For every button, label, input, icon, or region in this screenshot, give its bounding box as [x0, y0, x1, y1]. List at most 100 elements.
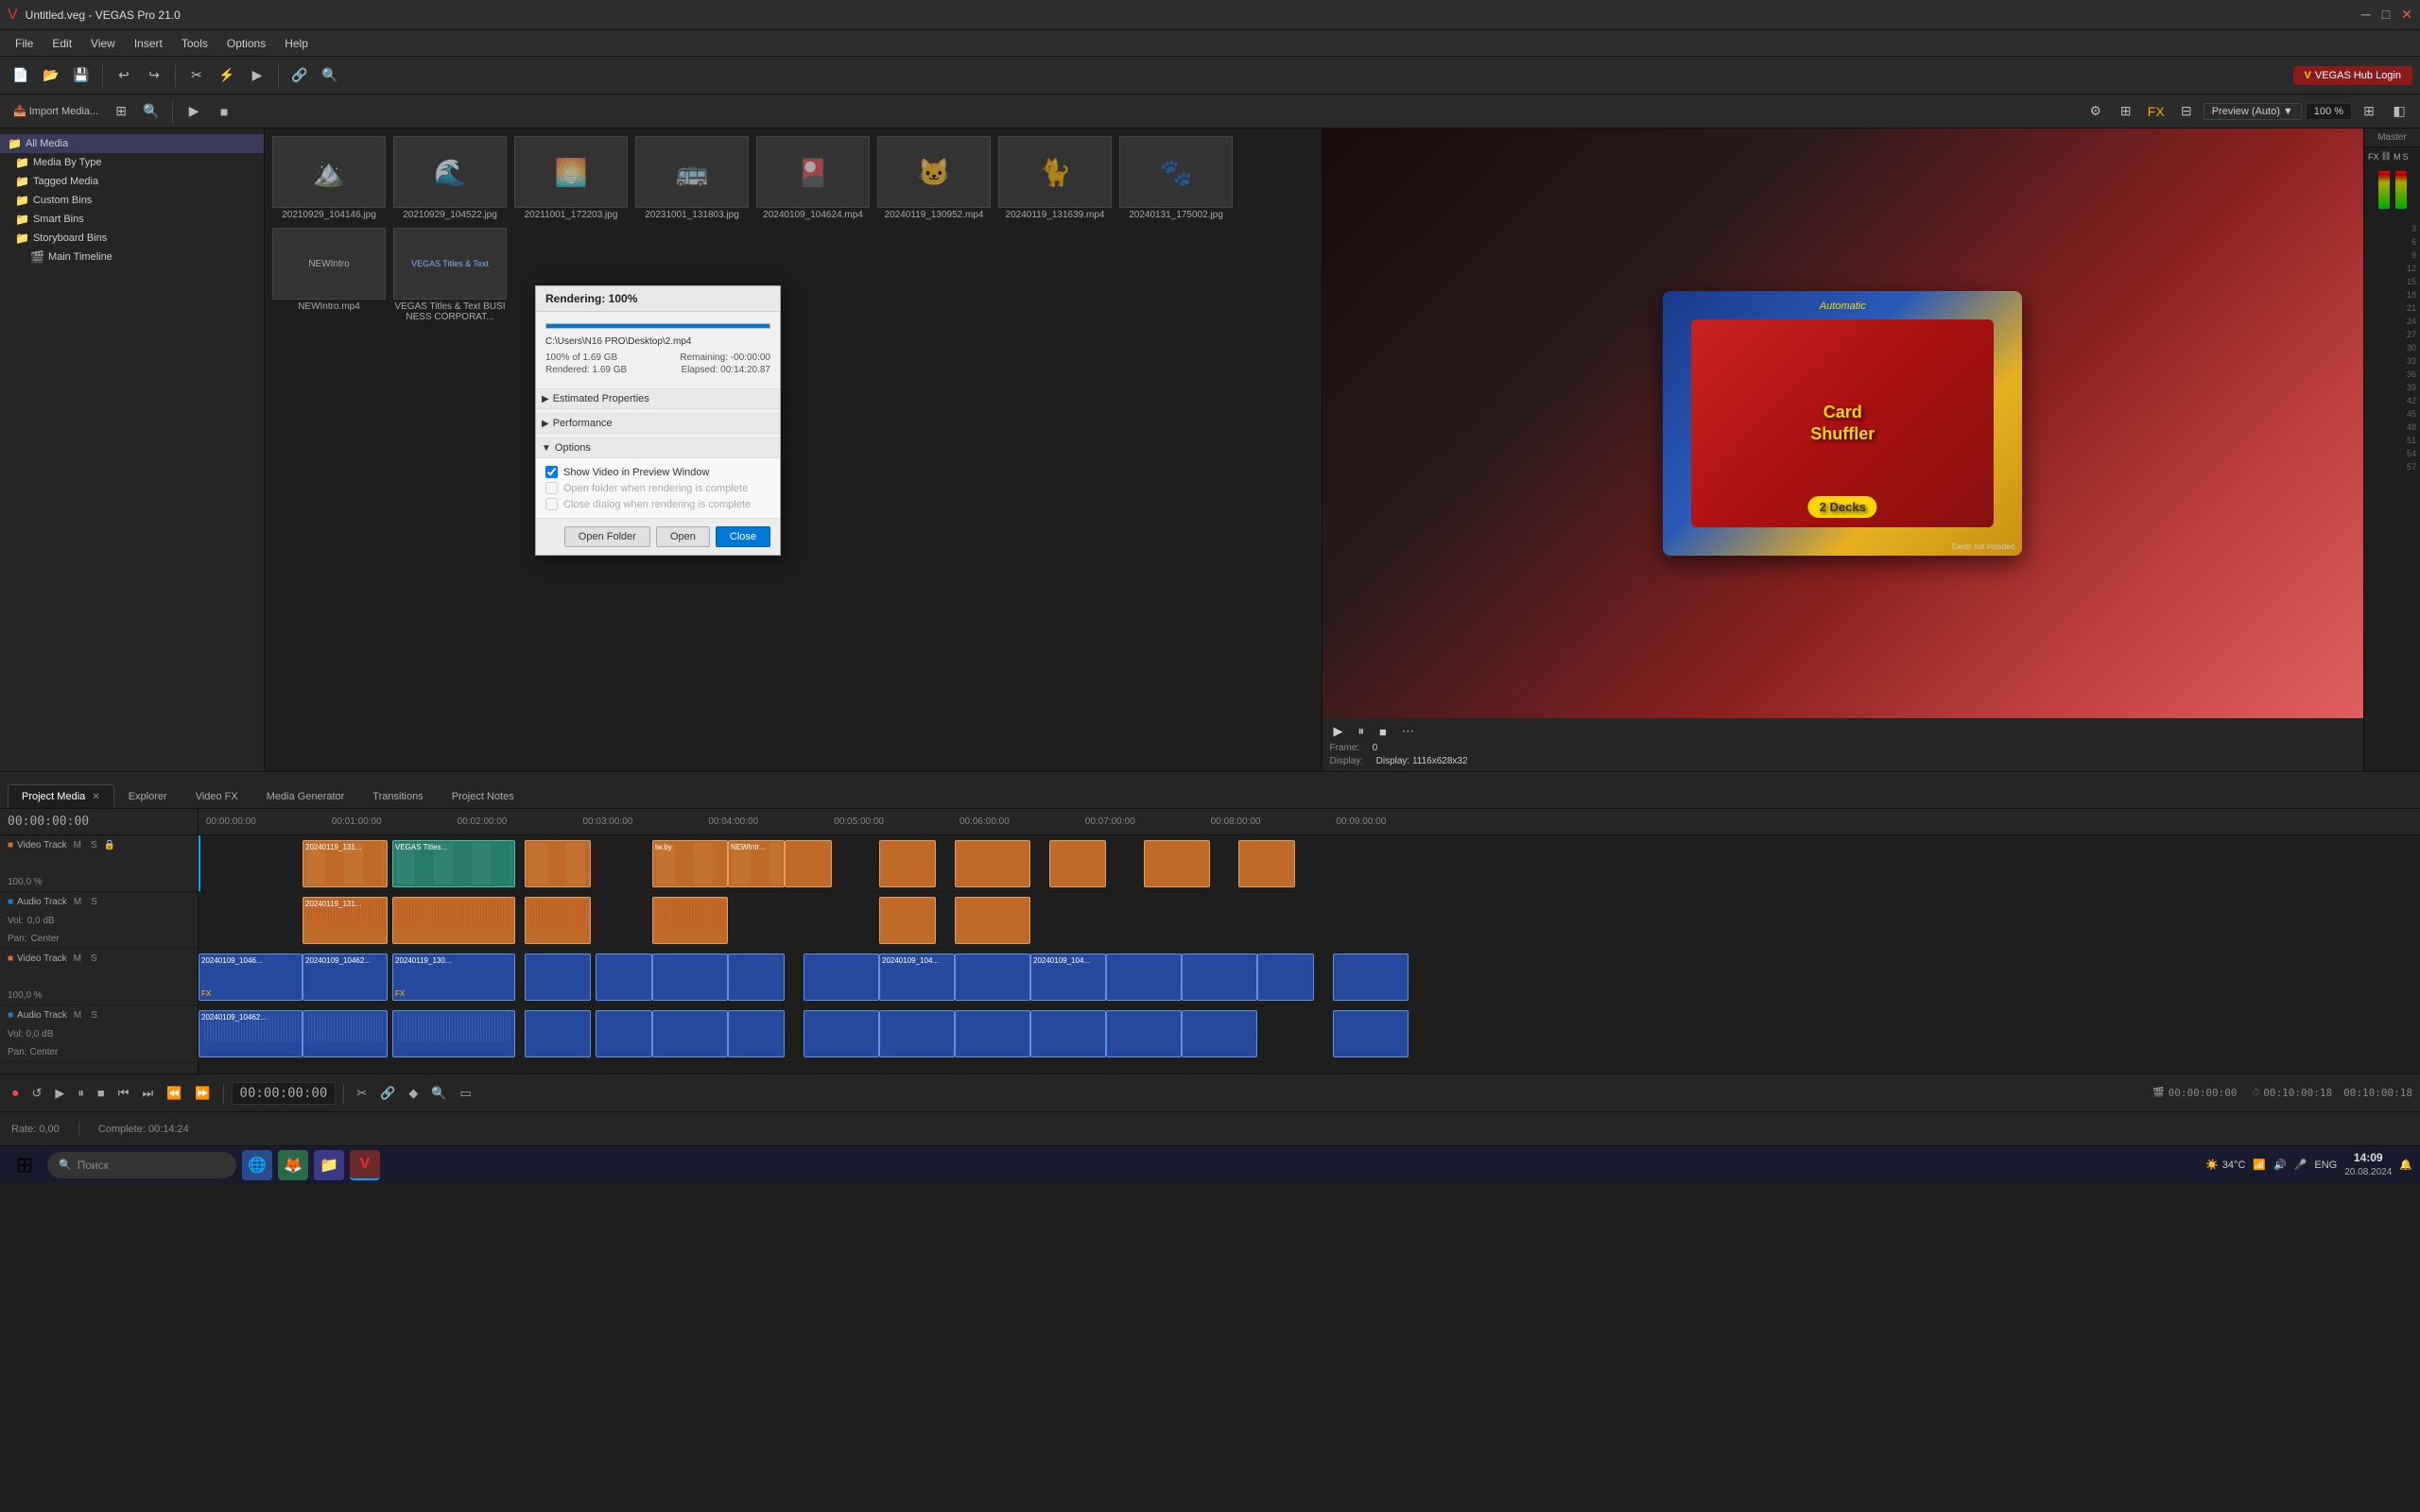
tc-trim-btn[interactable]: ✂	[352, 1083, 372, 1104]
tc-rewind-btn[interactable]: ⏪	[162, 1083, 186, 1104]
tab-explorer[interactable]: Explorer	[114, 784, 182, 808]
media-item-10[interactable]: VEGAS Titles & Text VEGAS Titles & Text …	[393, 228, 507, 322]
clip-vid1-1[interactable]: 20240119_131...	[302, 840, 388, 887]
filter-btn[interactable]: 🔍	[138, 98, 164, 125]
tc-zoom-in-btn[interactable]: 🔍	[426, 1083, 451, 1104]
undo-btn[interactable]: ↩	[111, 62, 137, 89]
clip-vid2-14[interactable]	[1257, 954, 1314, 1001]
tab-project-media[interactable]: Project Media ✕	[8, 784, 114, 808]
media-item-1[interactable]: 🏔️ 20210929_104146.jpg	[272, 136, 386, 220]
save-btn[interactable]: 💾	[68, 62, 95, 89]
menu-options[interactable]: Options	[219, 35, 273, 52]
maximize-btn[interactable]: □	[2382, 7, 2390, 23]
menu-help[interactable]: Help	[277, 35, 316, 52]
tc-play-btn[interactable]: ▶	[50, 1083, 69, 1104]
clip-vid2-8[interactable]	[804, 954, 879, 1001]
clip-vid2-5[interactable]	[596, 954, 652, 1001]
preview-stop-btn[interactable]: ■	[1375, 723, 1391, 741]
close-btn[interactable]: ✕	[2401, 7, 2412, 23]
start-button[interactable]: ⊞	[8, 1148, 42, 1182]
audio2-s-btn[interactable]: S	[88, 1009, 100, 1022]
audio-s-btn[interactable]: S	[88, 896, 100, 908]
preview-loop-btn[interactable]: ⋯	[1398, 722, 1418, 741]
zoom-btn[interactable]: 🔍	[317, 62, 343, 89]
clip-vid1-2[interactable]: VEGAS Titles...	[392, 840, 515, 887]
stop-preview-btn[interactable]: ■	[211, 98, 237, 125]
clip-aud2-7[interactable]	[728, 1010, 785, 1057]
clip-vid1-9[interactable]	[1049, 840, 1106, 887]
clip-aud1-5[interactable]	[879, 897, 936, 944]
video-track-1-row[interactable]: 20240119_131... VEGAS Titles... lw.by NE…	[199, 835, 2420, 892]
video-track-2-row[interactable]: 20240109_1046... FX 20240109_10462... 20…	[199, 949, 2420, 1005]
clip-vid2-2[interactable]: 20240109_10462...	[302, 954, 388, 1001]
menu-file[interactable]: File	[8, 35, 41, 52]
preview-settings-btn[interactable]: ⚙	[2083, 98, 2109, 125]
clip-aud2-3[interactable]	[392, 1010, 515, 1057]
track2-s-btn[interactable]: S	[88, 953, 100, 965]
media-item-5[interactable]: 🎴 20240109_104624.mp4	[756, 136, 870, 220]
clip-vid2-7[interactable]	[728, 954, 785, 1001]
tab-transitions[interactable]: Transitions	[358, 784, 437, 808]
close-btn[interactable]: Close	[716, 526, 770, 547]
clip-vid2-3[interactable]: 20240119_130... FX	[392, 954, 515, 1001]
tc-stop-btn[interactable]: ■	[93, 1083, 110, 1103]
tree-storyboard-bins[interactable]: 📁 Storyboard Bins	[0, 229, 264, 248]
import-media-btn[interactable]: 📥 Import Media...	[8, 98, 104, 125]
taskbar-app-1[interactable]: 🌐	[242, 1150, 272, 1180]
tree-smart-bins[interactable]: 📁 Smart Bins	[0, 210, 264, 229]
clip-aud2-9[interactable]	[879, 1010, 955, 1057]
section-options[interactable]: ▼ Options	[536, 438, 780, 458]
tab-video-fx[interactable]: Video FX	[182, 784, 252, 808]
close-dialog-checkbox[interactable]	[545, 498, 558, 510]
menu-insert[interactable]: Insert	[127, 35, 170, 52]
tc-loop-btn[interactable]: ↺	[27, 1083, 47, 1104]
clip-aud2-2[interactable]	[302, 1010, 388, 1057]
clip-vid2-15[interactable]	[1333, 954, 1409, 1001]
tc-prev-btn[interactable]: ⏮	[113, 1083, 134, 1104]
zoom-level[interactable]: 100 %	[2306, 103, 2352, 120]
media-item-7[interactable]: 🐈 20240119_131639.mp4	[998, 136, 1112, 220]
clip-vid1-4[interactable]: lw.by	[652, 840, 728, 887]
media-item-8[interactable]: 🐾 20240131_175002.jpg	[1119, 136, 1233, 220]
vegas-hub-btn[interactable]: V VEGAS Hub Login	[2293, 66, 2412, 85]
search-bar[interactable]: 🔍 Поиск	[47, 1152, 236, 1178]
tree-custom-bins[interactable]: 📁 Custom Bins	[0, 191, 264, 210]
new-btn[interactable]: 📄	[8, 62, 34, 89]
clip-vid2-1[interactable]: 20240109_1046... FX	[199, 954, 302, 1001]
lang-indicator[interactable]: ENG	[2314, 1160, 2337, 1171]
taskbar-app-vegas[interactable]: V	[350, 1150, 380, 1180]
track2-m-btn[interactable]: M	[71, 953, 84, 965]
tree-tagged-media[interactable]: 📁 Tagged Media	[0, 172, 264, 191]
play-preview-btn[interactable]: ▶	[181, 98, 207, 125]
snap-btn[interactable]: 🔗	[286, 62, 313, 89]
media-item-3[interactable]: 🌅 20211001_172203.jpg	[514, 136, 628, 220]
menu-tools[interactable]: Tools	[174, 35, 216, 52]
clip-aud1-3[interactable]	[525, 897, 591, 944]
audio2-m-btn[interactable]: M	[71, 1009, 84, 1022]
clip-vid1-5[interactable]: NEWIntr...	[728, 840, 785, 887]
clip-aud2-4[interactable]	[525, 1010, 591, 1057]
tc-select-btn[interactable]: ▭	[456, 1083, 476, 1104]
tree-main-timeline[interactable]: 🎬 Main Timeline	[0, 248, 264, 266]
taskbar-app-3[interactable]: 📁	[314, 1150, 344, 1180]
preview-mode-select[interactable]: Preview (Auto) ▼	[2204, 103, 2302, 120]
clip-aud2-11[interactable]	[1030, 1010, 1106, 1057]
open-folder-btn[interactable]: Open Folder	[564, 526, 650, 547]
open-btn[interactable]: Open	[656, 526, 710, 547]
preview-pause-btn[interactable]: ⏸	[1355, 722, 1369, 741]
preview-play-btn[interactable]: ▶	[1330, 722, 1347, 741]
tc-next-btn[interactable]: ⏭	[137, 1083, 158, 1104]
menu-edit[interactable]: Edit	[44, 35, 79, 52]
clip-vid1-6[interactable]	[785, 840, 832, 887]
fx-btn[interactable]: FX	[2143, 98, 2169, 125]
media-item-4[interactable]: 🚌 20231001_131803.jpg	[635, 136, 749, 220]
clip-vid1-8[interactable]	[955, 840, 1030, 887]
media-item-9[interactable]: NEWIntro NEWIntro.mp4	[272, 228, 386, 322]
clip-vid1-7[interactable]	[879, 840, 936, 887]
minimize-btn[interactable]: ─	[2361, 7, 2371, 23]
clip-vid2-6[interactable]	[652, 954, 728, 1001]
clip-aud2-10[interactable]	[955, 1010, 1030, 1057]
clip-vid1-11[interactable]	[1238, 840, 1295, 887]
tc-record-btn[interactable]: ⏺	[8, 1083, 24, 1104]
overlay-btn[interactable]: ⊟	[2173, 98, 2200, 125]
